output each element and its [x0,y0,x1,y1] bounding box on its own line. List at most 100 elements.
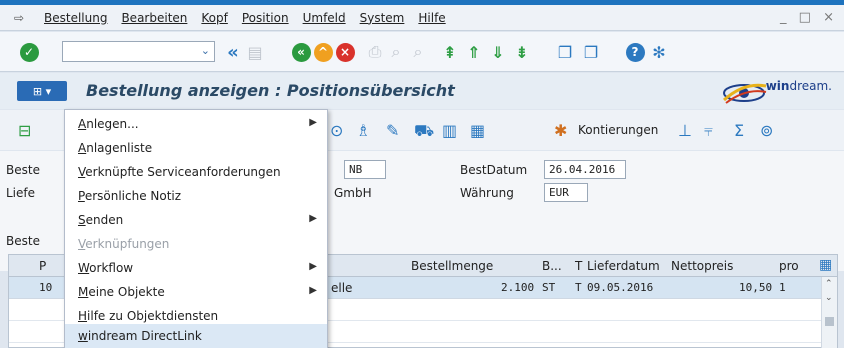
delivery-truck-icon[interactable]: ⛟ [414,121,434,142]
col-header-nettopreis[interactable]: Nettopreis [671,259,733,273]
cell-menge: 2.100 [501,281,535,294]
exit-icon: ^ [313,42,333,62]
cell-text: elle [331,281,353,295]
help-button[interactable]: ? [624,42,646,62]
submenu-arrow-icon: ▶ [309,117,317,128]
first-page-icon[interactable]: ⇞ [440,42,460,62]
bestdatum-field[interactable]: 26.04.2016 [544,160,626,179]
document-overview-icon[interactable]: ⊙ [330,121,343,140]
search-icon[interactable]: ⊚ [760,121,773,140]
edit-document-icon[interactable]: ✎ [386,121,399,140]
submenu-arrow-icon: ▶ [309,285,317,296]
waehrung-field[interactable]: EUR [544,183,588,202]
menu-item-senden[interactable]: Senden ▶ [65,208,327,232]
cell-typ: T [575,281,582,294]
menu-position[interactable]: Position [242,11,289,25]
price-icon[interactable]: ♗ [356,121,370,140]
menu-hilfe[interactable]: Hilfe [418,11,445,25]
command-field[interactable]: ⌄ [62,41,215,62]
new-session-icon[interactable]: ❐ [554,42,576,62]
cell-einheit: ST [542,281,556,294]
menu-item-meine-objekte[interactable]: Meine Objekte ▶ [65,280,327,304]
menu-item-anlegen[interactable]: Anlegen... ▶ [65,112,327,136]
scroll-thumb[interactable] [825,317,834,326]
col-header-pro[interactable]: pro [779,259,799,273]
col-header-b[interactable]: B... [542,259,562,273]
structure-icon[interactable]: ▥ [442,121,457,140]
col-header-pos[interactable]: P [39,259,46,273]
last-page-icon[interactable]: ⇟ [512,42,532,62]
menu-item-label: Persönliche Notiz [78,189,182,203]
previous-page-icon[interactable]: ⇑ [464,42,484,62]
enter-button[interactable]: ✓ [18,42,40,62]
cell-pos: 10 [39,281,53,294]
account-assignment-icon[interactable]: ✱ [554,121,567,140]
col-header-t[interactable]: T [575,259,582,273]
table-scrollbar[interactable]: ⌃ ⌄ [821,277,837,348]
page-title: Bestellung anzeigen : Positionsübersicht [86,81,455,100]
filter-icon[interactable]: ⫧ [704,121,713,141]
menu-item-verknuepfte-serviceanforderungen[interactable]: Verknüpfte Serviceanforderungen [65,160,327,184]
exit-button[interactable]: ^ [312,42,334,62]
menu-umfeld[interactable]: Umfeld [303,11,346,25]
back-button[interactable]: « [290,42,312,62]
find-icon[interactable]: ⌕ [386,42,406,62]
context-menu: Anlegen... ▶ Anlagenliste Verknüpfte Ser… [64,109,328,348]
menu-item-persoenliche-notiz[interactable]: Persönliche Notiz [65,184,327,208]
back-icon: « [291,42,311,62]
calendar-icon[interactable]: ▦ [470,121,485,140]
shortcut-icon[interactable]: ❐ [580,42,602,62]
menu-kopf[interactable]: Kopf [201,11,227,25]
col-header-lieferdatum[interactable]: Lieferdatum [587,259,660,273]
title-bar: ⊞ ▾ Bestellung anzeigen : Positionsübers… [0,73,844,109]
overview-icon[interactable]: ⊟ [18,121,31,140]
menu-item-workflow[interactable]: Workflow ▶ [65,256,327,280]
submenu-arrow-icon: ▶ [309,261,317,272]
menu-item-label: Anlagenliste [78,141,153,155]
scroll-up-icon[interactable]: ⌃ [825,279,833,289]
submenu-arrow-icon: ▶ [309,213,317,224]
print-icon[interactable]: ⎙ [366,42,384,62]
menu-bar: ⇨ Bestellung Bearbeiten Kopf Position Um… [0,5,844,31]
window-controls[interactable]: _ □ × [780,10,838,25]
label-waehrung: Währung [460,186,514,200]
menu-item-label: windream DirectLink [78,329,202,343]
lieferant-value: GmbH [334,186,372,200]
menu-item-verknuepfungen: Verknüpfungen [65,232,327,256]
bestellart-field[interactable]: NB [344,160,386,179]
chevron-down-icon: ▾ [45,84,52,98]
back-double-arrow-icon[interactable]: « [224,42,242,63]
system-menu-icon[interactable]: ⇨ [8,11,30,25]
menu-item-label: Senden [78,213,124,227]
menu-item-label: Verknüpfungen [78,237,170,251]
table-settings-icon[interactable]: ▦ [819,257,832,273]
cancel-button[interactable]: × [334,42,356,62]
logo-text: windream. [765,79,832,93]
scroll-down-icon[interactable]: ⌄ [825,293,833,303]
menu-bearbeiten[interactable]: Bearbeiten [121,11,187,25]
menu-item-label: Anlegen... [78,117,139,131]
menu-bestellung[interactable]: Bestellung [44,11,107,25]
find-next-icon[interactable]: ⌕ [408,42,428,62]
sum-icon[interactable]: Σ [734,121,744,140]
document-menu-button[interactable]: ⊞ ▾ [17,81,67,101]
menu-system[interactable]: System [360,11,405,25]
cell-lieferdatum: 09.05.2016 [587,281,654,294]
chevron-down-icon[interactable]: ⌄ [201,44,210,57]
menu-item-anlagenliste[interactable]: Anlagenliste [65,136,327,160]
label-bestdatum: BestDatum [460,163,528,177]
hierarchy-icon[interactable]: ⊥ [678,121,692,140]
document-icon: ⊞ [32,84,43,98]
standard-toolbar: ✓ ⌄ « ▤ « ^ × ⎙ ⌕ ⌕ ⇞ ⇑ ⇓ ⇟ ❐ ❐ ? ✻ [0,32,844,72]
menu-item-windream-directlink[interactable]: windream DirectLink [65,324,327,348]
menu-item-label: Hilfe zu Objektdiensten [78,309,219,323]
label-lieferant: Liefe [6,186,36,200]
kontierungen-button[interactable]: Kontierungen [578,123,658,137]
cell-preis: 10,50 [739,281,773,294]
next-page-icon[interactable]: ⇓ [488,42,508,62]
eye-logo-icon [722,83,767,104]
save-icon[interactable]: ▤ [246,42,264,62]
col-header-bestellmenge[interactable]: Bestellmenge [411,259,493,273]
gear-icon[interactable]: ✻ [648,42,670,62]
windream-logo: windream. [720,78,832,106]
